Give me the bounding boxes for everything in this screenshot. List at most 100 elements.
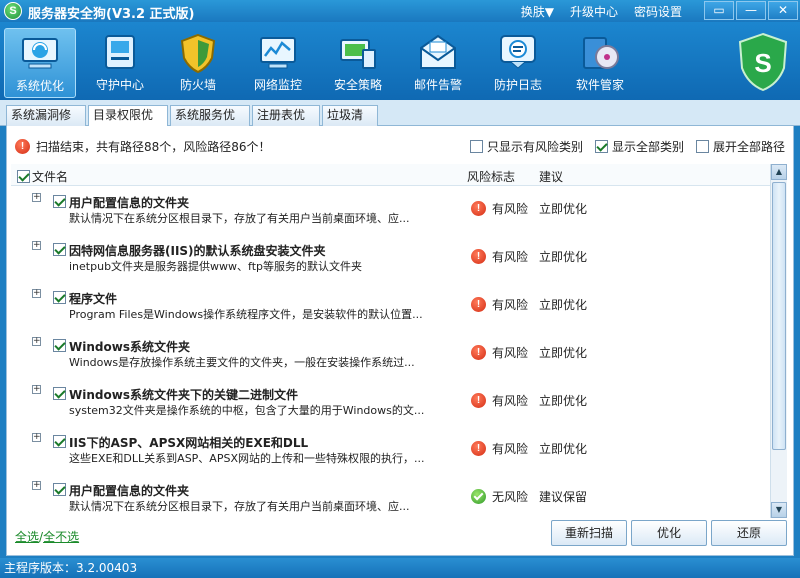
list-scrollbar[interactable]: ▲ ▼ — [770, 164, 787, 518]
toolbar-label: 守护中心 — [95, 78, 144, 92]
mail-alert-icon — [420, 34, 456, 69]
table-row[interactable]: + IIS下的ASP、APSX网站相关的EXE和DLL 这些EXE和DLL关系到AS… — [11, 426, 776, 474]
security-policy-icon — [340, 39, 376, 69]
filter-only-risk[interactable]: 只显示有风险类别 — [469, 138, 583, 155]
row-checkbox[interactable] — [53, 339, 66, 352]
row-risk: ! 有风险 — [471, 296, 528, 313]
scroll-thumb[interactable] — [772, 182, 786, 450]
row-checkbox[interactable] — [53, 195, 66, 208]
guard-center-icon — [105, 35, 135, 69]
restore-button[interactable]: 还原 — [711, 520, 787, 546]
toolbar-item-network-monitor[interactable]: 网络监控 — [242, 28, 314, 98]
column-filename-label: 文件名 — [32, 170, 69, 184]
scroll-up-arrow-icon[interactable]: ▲ — [771, 164, 787, 180]
row-suggest-link[interactable]: 立即优化 — [539, 344, 587, 361]
tab-dir-permission[interactable]: 目录权限优化 — [88, 105, 168, 141]
row-risk: ! 有风险 — [471, 440, 528, 457]
expand-toggle-icon[interactable]: + — [32, 385, 41, 394]
path-list: + 用户配置信息的文件夹 默认情况下在系统分区根目录下，存放了有关用户当前桌面环境、… — [11, 186, 776, 518]
row-suggest-link[interactable]: 建议保留 — [539, 488, 587, 505]
main-toolbar: 系统优化 守护中心 防火墙 网络监控 安全策略 邮件告警 防护日志 软件管家 S — [0, 22, 800, 100]
row-suggest-link[interactable]: 立即优化 — [539, 200, 587, 217]
toolbar-label: 防护日志 — [493, 78, 542, 92]
row-suggest-link[interactable]: 立即优化 — [539, 296, 587, 313]
row-title: 用户配置信息的文件夹 — [69, 484, 190, 498]
scroll-down-arrow-icon[interactable]: ▼ — [771, 502, 787, 518]
firewall-shield-icon — [180, 33, 216, 74]
table-row[interactable]: + 用户配置信息的文件夹默认情况下在系统分区根目录下，存放了有关用户当前桌面环境、… — [11, 186, 776, 234]
row-checkbox[interactable] — [53, 435, 66, 448]
filter-expand-all-checkbox[interactable] — [695, 140, 709, 153]
row-risk: ! 有风险 — [471, 344, 528, 361]
risk-warning-icon: ! — [471, 249, 486, 264]
filter-only-risk-checkbox[interactable] — [469, 140, 483, 153]
row-checkbox[interactable] — [53, 291, 66, 304]
row-risk-label: 有风险 — [492, 250, 529, 264]
row-suggest-link[interactable]: 立即优化 — [539, 440, 587, 457]
row-risk: 无风险 — [471, 488, 528, 505]
software-manager-icon — [583, 37, 619, 69]
rescan-button[interactable]: 重新扫描 — [551, 520, 627, 546]
expand-toggle-icon[interactable]: + — [32, 337, 41, 346]
safe-check-icon — [471, 489, 486, 504]
expand-toggle-icon[interactable]: + — [32, 433, 41, 442]
status-bar: 主程序版本：3.2.00403 — [0, 558, 800, 578]
minimize-button[interactable]: — — [736, 1, 766, 20]
row-title: Windows系统文件夹 — [69, 340, 190, 354]
row-checkbox[interactable] — [53, 387, 66, 400]
expand-toggle-icon[interactable]: + — [32, 289, 41, 298]
filter-expand-all[interactable]: 展开全部路径 — [695, 138, 785, 155]
tab-registry-optimize[interactable]: 注册表优化 — [252, 105, 320, 141]
row-description: Program Files是Windows操作系统程序文件，是安装软件的默认位置… — [69, 308, 423, 321]
toolbar-item-mail-alert[interactable]: 邮件告警 — [402, 28, 474, 98]
scan-status: ! 扫描结束，共有路径88个，风险路径86个！ — [15, 138, 271, 155]
window-controls: ▭ — ✕ — [704, 1, 798, 20]
skin-menu-link[interactable]: 换肤▼ — [521, 3, 554, 20]
title-bar: S 服务器安全狗(V3.2 正式版) 换肤▼ 升级中心 密码设置 ▭ — ✕ — [0, 0, 800, 22]
toolbar-item-protection-log[interactable]: 防护日志 — [482, 28, 554, 98]
row-risk-label: 有风险 — [492, 346, 529, 360]
row-checkbox[interactable] — [53, 483, 66, 496]
toolbar-label: 安全策略 — [333, 78, 382, 92]
tab-junk-clean[interactable]: 垃圾清理 — [322, 105, 378, 141]
row-risk: ! 有风险 — [471, 200, 528, 217]
upgrade-center-link[interactable]: 升级中心 — [570, 3, 618, 20]
toolbar-label: 防火墙 — [179, 78, 216, 92]
row-description: 默认情况下在系统分区根目录下，存放了有关用户当前桌面环境、应... — [69, 212, 410, 225]
table-row[interactable]: + 用户配置信息的文件夹 默认情况下在系统分区根目录下，存放了有关用户当前桌面环境、… — [11, 474, 776, 518]
expand-toggle-icon[interactable]: + — [32, 481, 41, 490]
tab-vuln-repair[interactable]: 系统漏洞修复 — [6, 105, 86, 141]
select-none-link[interactable]: 全不选 — [43, 530, 79, 544]
select-all-link[interactable]: 全选 — [15, 530, 39, 544]
filter-show-all[interactable]: 显示全部类别 — [594, 138, 684, 155]
filter-show-all-checkbox[interactable] — [594, 140, 608, 153]
expand-toggle-icon[interactable]: + — [32, 241, 41, 250]
network-monitor-icon — [260, 37, 296, 69]
mini-mode-button[interactable]: ▭ — [704, 1, 734, 20]
optimize-button[interactable]: 优化 — [631, 520, 707, 546]
row-suggest-link[interactable]: 立即优化 — [539, 248, 587, 265]
toolbar-item-software-manager[interactable]: 软件管家 — [564, 28, 636, 98]
table-row[interactable]: + Windows系统文件夹下的关键二进制文件 system32文件夹是操作系统的中… — [11, 378, 776, 426]
toolbar-label: 系统优化 — [15, 79, 64, 93]
table-row[interactable]: + 因特网信息服务器(IIS)的默认系统盘安装文件夹 inetpub文件夹是服务器提… — [11, 234, 776, 282]
toolbar-item-system-optimize[interactable]: 系统优化 — [4, 28, 76, 98]
toolbar-item-firewall[interactable]: 防火墙 — [162, 28, 234, 98]
expand-toggle-icon[interactable]: + — [32, 193, 41, 202]
row-title: 因特网信息服务器(IIS)的默认系统盘安装文件夹 — [69, 244, 326, 258]
close-button[interactable]: ✕ — [768, 1, 798, 20]
row-checkbox[interactable] — [53, 243, 66, 256]
top-links: 换肤▼ 升级中心 密码设置 — [521, 3, 682, 20]
table-row[interactable]: + Windows系统文件夹 Windows是存放操作系统主要文件的文件夹，一般在安… — [11, 330, 776, 378]
password-settings-link[interactable]: 密码设置 — [634, 3, 682, 20]
version-text: 主程序版本：3.2.00403 — [4, 561, 138, 575]
toolbar-item-guard-center[interactable]: 守护中心 — [84, 28, 156, 98]
select-links: 全选/全不选 — [15, 528, 79, 545]
row-suggest-link[interactable]: 立即优化 — [539, 392, 587, 409]
table-row[interactable]: + 程序文件 Program Files是Windows操作系统程序文件，是安装软件… — [11, 282, 776, 330]
select-all-checkbox[interactable] — [17, 170, 30, 183]
tab-service-optimize[interactable]: 系统服务优化 — [170, 105, 250, 141]
row-title: 用户配置信息的文件夹 — [69, 196, 190, 210]
filter-label: 只显示有风险类别 — [486, 140, 583, 154]
toolbar-item-security-policy[interactable]: 安全策略 — [322, 28, 394, 98]
